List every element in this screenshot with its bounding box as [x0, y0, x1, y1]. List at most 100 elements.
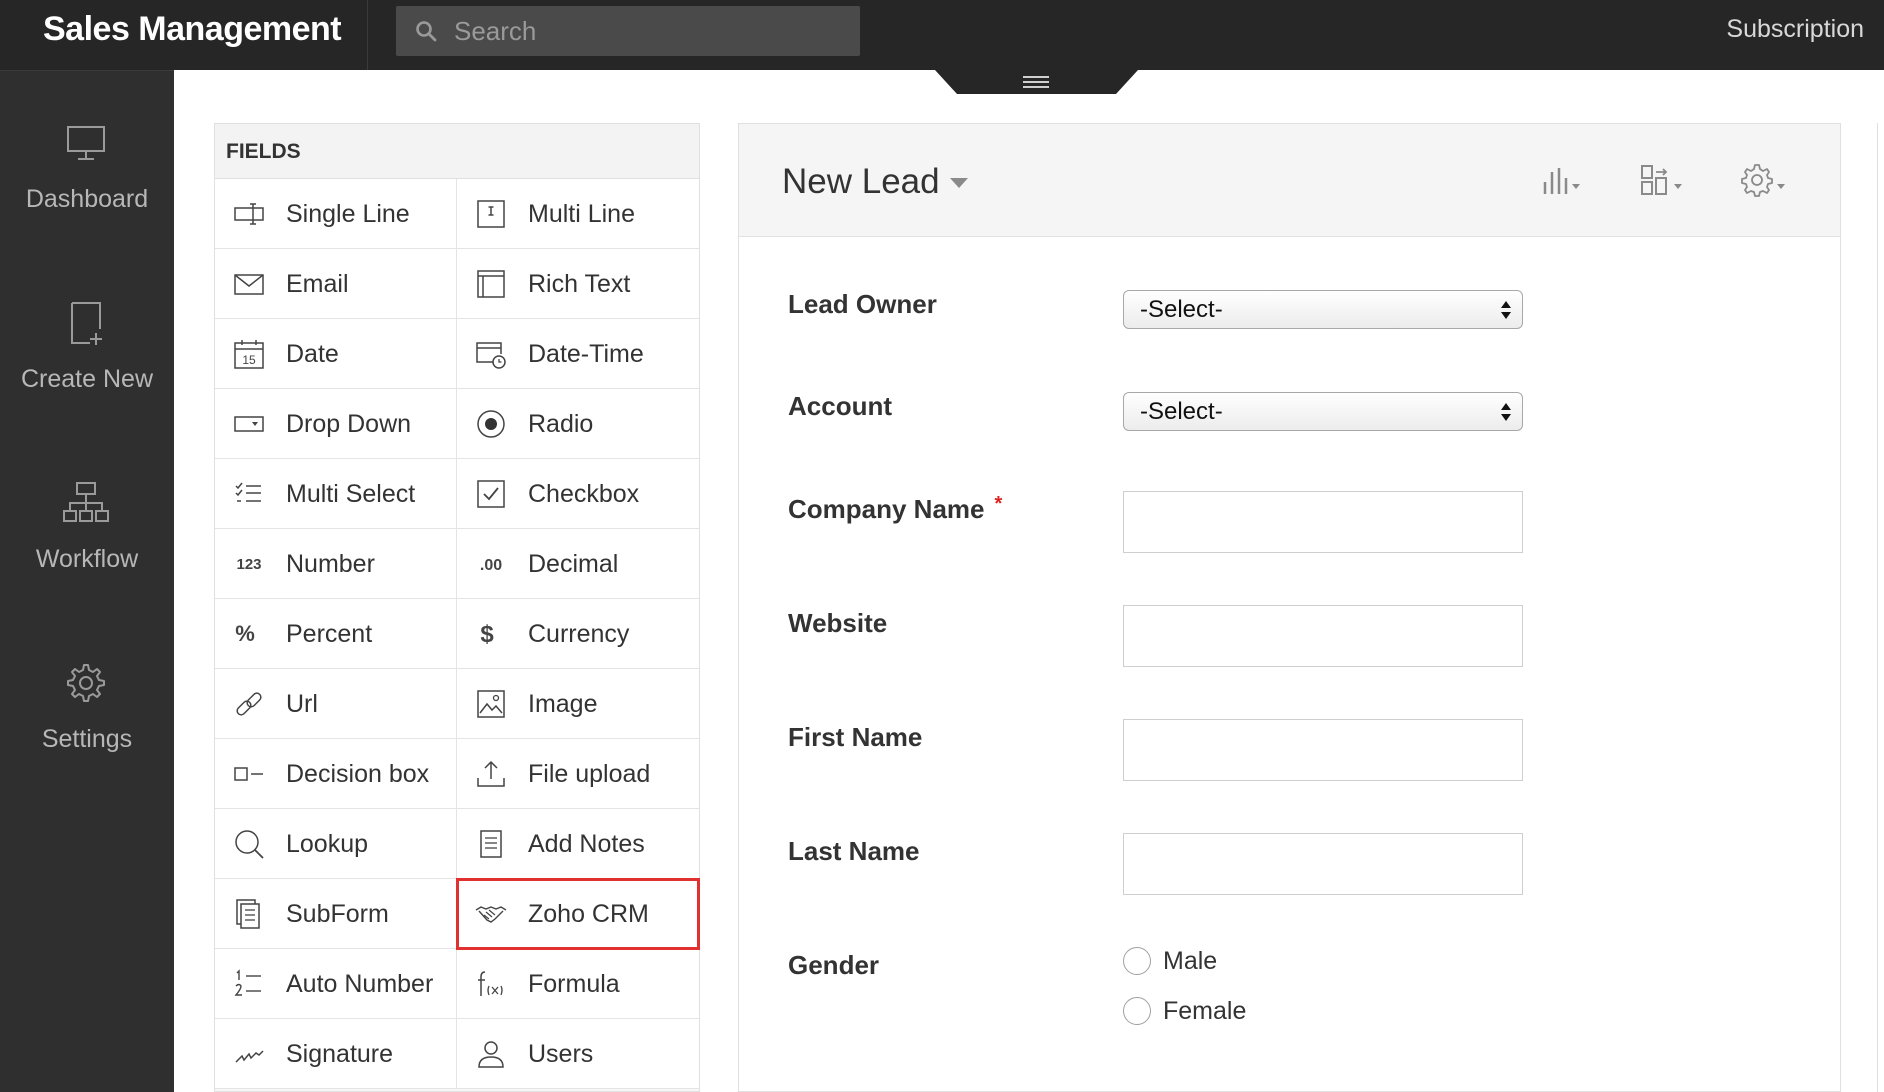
radio-button[interactable] [1123, 997, 1151, 1025]
single-line-icon [234, 203, 264, 225]
company-name-input[interactable] [1123, 491, 1523, 553]
dropdown-icon [234, 416, 264, 432]
website-input[interactable] [1123, 605, 1523, 667]
gender-label: Gender [788, 950, 880, 980]
first-name-label: First Name [788, 722, 923, 752]
subscription-link[interactable]: Subscription [1726, 0, 1864, 58]
field-single-line[interactable]: Single Line [215, 179, 457, 249]
fields-panel: FIELDS Single Line Multi Line Email Rich… [214, 123, 700, 1092]
field-label: Radio [528, 410, 594, 438]
adjacent-panel-edge [1877, 123, 1878, 1092]
lead-owner-select[interactable]: -Select- [1123, 290, 1523, 329]
field-users[interactable]: Users [457, 1019, 699, 1089]
percent-icon-text: % [235, 621, 255, 646]
chevron-down-icon[interactable] [950, 178, 968, 188]
field-percent[interactable]: % Percent [215, 599, 457, 669]
field-image[interactable]: Image [457, 669, 699, 739]
field-formula[interactable]: Formula [457, 949, 699, 1019]
field-rich-text[interactable]: Rich Text [457, 249, 699, 319]
field-label: Zoho CRM [528, 900, 649, 928]
radio-label: Male [1163, 947, 1218, 975]
nav-item-create-new[interactable]: Create New [0, 299, 174, 449]
layout-icon[interactable] [1639, 162, 1699, 198]
field-label: Add Notes [528, 830, 645, 858]
field-email[interactable]: Email [215, 249, 457, 319]
image-icon [477, 690, 505, 718]
search-input[interactable] [454, 6, 844, 56]
field-number[interactable]: 123 Number [215, 529, 457, 599]
checkbox-icon [477, 480, 505, 508]
form-header: New Lead [739, 124, 1840, 237]
field-label: Date [286, 340, 339, 368]
nav-label-create-new: Create New [21, 365, 153, 393]
field-label: Drop Down [286, 410, 412, 438]
auto-number-icon [234, 969, 261, 996]
field-auto-number[interactable]: Auto Number [215, 949, 457, 1019]
field-checkbox[interactable]: Checkbox [457, 459, 699, 529]
new-page-icon [71, 302, 102, 345]
field-radio[interactable]: Radio [457, 389, 699, 459]
link-icon [236, 692, 262, 716]
title-divider [367, 0, 368, 70]
radio-icon [477, 410, 505, 438]
field-date[interactable]: 15 Date [215, 319, 457, 389]
field-lookup[interactable]: Lookup [215, 809, 457, 879]
account-select[interactable]: -Select- [1123, 392, 1523, 431]
gear-icon[interactable] [1739, 162, 1799, 198]
percent-icon: % [235, 621, 255, 646]
field-multi-line[interactable]: Multi Line [457, 179, 699, 249]
dollar-icon: $ [480, 621, 494, 648]
field-label: Lookup [286, 830, 369, 858]
bar-chart-icon[interactable] [1537, 162, 1597, 198]
nav-label-dashboard: Dashboard [25, 185, 149, 213]
decimal-icon: .00 [480, 557, 502, 574]
notes-icon [480, 830, 502, 858]
number-icon-text: 123 [236, 556, 261, 573]
field-zoho-crm[interactable]: Zoho CRM [456, 878, 700, 950]
field-add-notes[interactable]: Add Notes [457, 809, 699, 879]
field-label: Rich Text [528, 270, 631, 298]
date-icon-number: 15 [242, 353, 256, 367]
form-panel: New Lead Lead Owner -Select- Account -Se… [738, 123, 1841, 1092]
field-label: SubForm [286, 900, 389, 928]
first-name-input[interactable] [1123, 719, 1523, 781]
lead-owner-label: Lead Owner [788, 289, 937, 319]
field-multi-select[interactable]: Multi Select [215, 459, 457, 529]
account-select-value: -Select- [1140, 398, 1223, 425]
form-title[interactable]: New Lead [782, 162, 940, 202]
lead-owner-select-value: -Select- [1140, 296, 1223, 323]
search-box[interactable] [396, 6, 860, 56]
field-file-upload[interactable]: File upload [457, 739, 699, 809]
field-drop-down[interactable]: Drop Down [215, 389, 457, 459]
field-signature[interactable]: Signature [215, 1019, 457, 1089]
field-label: Formula [528, 970, 620, 998]
collapse-handle[interactable] [935, 70, 1138, 94]
radio-button[interactable] [1123, 947, 1151, 975]
field-label: Auto Number [286, 970, 434, 998]
field-decimal[interactable]: .00 Decimal [457, 529, 699, 599]
nav-item-dashboard[interactable]: Dashboard [0, 119, 174, 269]
field-label: Multi Select [286, 480, 416, 508]
field-label: Decision box [286, 760, 430, 788]
nav-item-settings[interactable]: Settings [0, 659, 174, 809]
field-url[interactable]: Url [215, 669, 457, 739]
gear-icon [67, 664, 105, 702]
field-label: Signature [286, 1040, 394, 1068]
calendar-icon: 15 [234, 340, 264, 369]
nav-item-workflow[interactable]: Workflow [0, 479, 174, 629]
field-date-time[interactable]: Date-Time [457, 319, 699, 389]
field-label: Users [528, 1040, 594, 1068]
field-subform[interactable]: SubForm [215, 879, 457, 949]
field-label: Email [286, 270, 349, 298]
multi-line-icon [477, 200, 505, 228]
app-title[interactable]: Sales Management [43, 0, 342, 70]
left-nav: Dashboard Create New Workflow Settings [0, 70, 174, 1092]
field-label: Percent [286, 620, 373, 648]
field-label: Multi Line [528, 200, 635, 228]
last-name-input[interactable] [1123, 833, 1523, 895]
fields-header: FIELDS [215, 124, 699, 179]
formula-icon [478, 971, 503, 996]
envelope-icon [234, 274, 264, 295]
field-decision-box[interactable]: Decision box [215, 739, 457, 809]
field-currency[interactable]: $ Currency [457, 599, 699, 669]
